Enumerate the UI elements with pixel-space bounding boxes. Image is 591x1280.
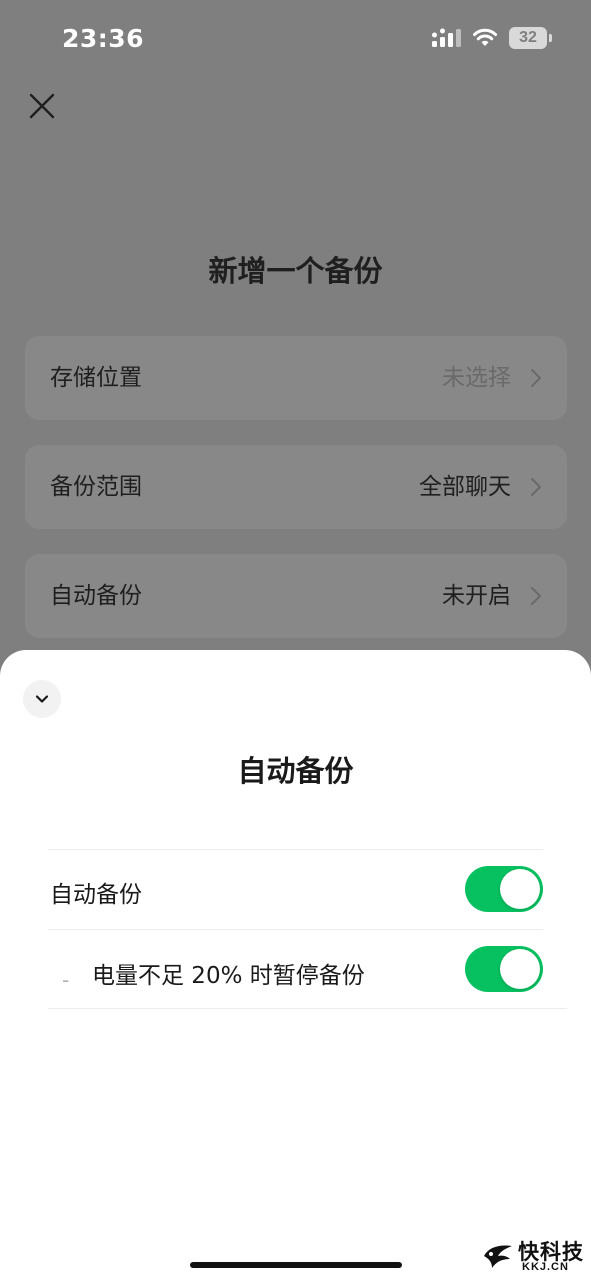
backup-scope-row[interactable]: 备份范围 全部聊天 <box>25 445 567 529</box>
battery-level: 32 <box>509 27 547 49</box>
battery-cap <box>549 34 552 42</box>
watermark-subtext: KKJ.CN <box>522 1261 569 1273</box>
home-indicator[interactable] <box>190 1262 402 1268</box>
chevron-right-icon <box>531 478 541 496</box>
collapse-button[interactable] <box>23 680 61 718</box>
watermark: 快科技 KKJ.CN <box>482 1236 587 1276</box>
row-label: 备份范围 <box>50 474 142 500</box>
auto-backup-sheet: 自动备份 自动备份 - 电量不足 20% 时暂停备份 <box>0 650 591 1280</box>
close-icon[interactable] <box>26 90 58 122</box>
auto-backup-label: 自动备份 <box>50 882 142 908</box>
chevron-down-icon <box>35 695 49 703</box>
toggle-knob <box>500 949 540 989</box>
page-title: 新增一个备份 <box>208 254 383 288</box>
chevron-right-icon <box>531 587 541 605</box>
toggle-knob <box>500 869 540 909</box>
sheet-title: 自动备份 <box>237 754 354 788</box>
row-label: 自动备份 <box>50 583 142 609</box>
row-value: 全部聊天 <box>419 474 511 500</box>
row-label: 存储位置 <box>50 365 142 391</box>
divider <box>48 929 543 930</box>
divider <box>48 1008 567 1009</box>
low-battery-pause-toggle[interactable] <box>465 946 543 992</box>
low-battery-pause-label: 电量不足 20% 时暂停备份 <box>92 963 365 989</box>
storage-location-row[interactable]: 存储位置 未选择 <box>25 336 567 420</box>
auto-backup-row[interactable]: 自动备份 未开启 <box>25 554 567 638</box>
signal-icon <box>432 28 461 47</box>
status-time: 23:36 <box>62 24 145 53</box>
sub-item-dash: - <box>62 968 70 992</box>
chevron-right-icon <box>531 369 541 387</box>
wifi-icon <box>473 28 497 46</box>
auto-backup-toggle[interactable] <box>465 866 543 912</box>
watermark-logo-icon <box>484 1245 512 1268</box>
divider <box>48 849 543 850</box>
row-value: 未选择 <box>442 365 511 391</box>
screen: 23:36 32 新增一个备份 存储位置 未选择 备份范围 全部聊天 自动备份 … <box>0 0 591 1280</box>
battery-icon: 32 <box>509 27 553 51</box>
row-value: 未开启 <box>442 583 511 609</box>
